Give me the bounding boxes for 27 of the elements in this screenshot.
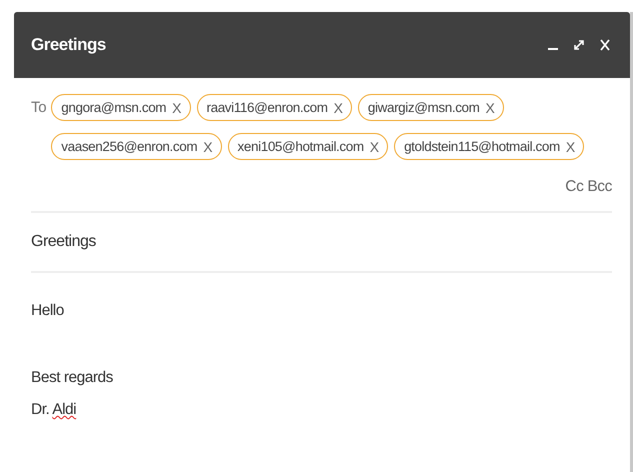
body-text-line: Best regards — [31, 368, 114, 388]
remove-recipient-button[interactable]: X — [172, 100, 182, 116]
recipient-chip[interactable]: raavi116@enron.com X — [196, 94, 352, 121]
subject-field[interactable]: Greetings — [31, 211, 612, 273]
recipient-chip[interactable]: xeni105@hotmail.com X — [228, 133, 388, 160]
expand-icon[interactable] — [572, 38, 586, 52]
recipient-address: gtoldstein115@hotmail.com — [404, 139, 560, 154]
recipient-address: gngora@msn.com — [61, 100, 166, 115]
remove-recipient-button[interactable]: X — [203, 138, 213, 154]
body-text-line: Hello — [31, 301, 65, 321]
recipient-chip[interactable]: gngora@msn.com X — [51, 94, 190, 121]
cc-bcc-link[interactable]: Cc Bcc — [565, 178, 612, 196]
recipient-chip[interactable]: giwargiz@msn.com X — [358, 94, 504, 121]
recipient-address: vaasen256@enron.com — [61, 139, 198, 154]
remove-recipient-button[interactable]: X — [566, 138, 576, 154]
close-icon[interactable] — [598, 38, 612, 52]
recipient-address: raavi116@enron.com — [206, 100, 328, 115]
recipient-address: xeni105@hotmail.com — [238, 139, 364, 154]
window-title: Greetings — [31, 35, 106, 55]
recipient-address: giwargiz@msn.com — [368, 100, 480, 115]
recipient-chip[interactable]: vaasen256@enron.com X — [51, 133, 222, 160]
remove-recipient-button[interactable]: X — [334, 100, 343, 116]
remove-recipient-button[interactable]: X — [370, 138, 380, 154]
body-text-line: Dr. Aldi — [31, 400, 78, 420]
recipient-chip[interactable]: gtoldstein115@hotmail.com X — [394, 133, 584, 160]
to-label: To — [31, 99, 46, 116]
remove-recipient-button[interactable]: X — [486, 100, 495, 116]
